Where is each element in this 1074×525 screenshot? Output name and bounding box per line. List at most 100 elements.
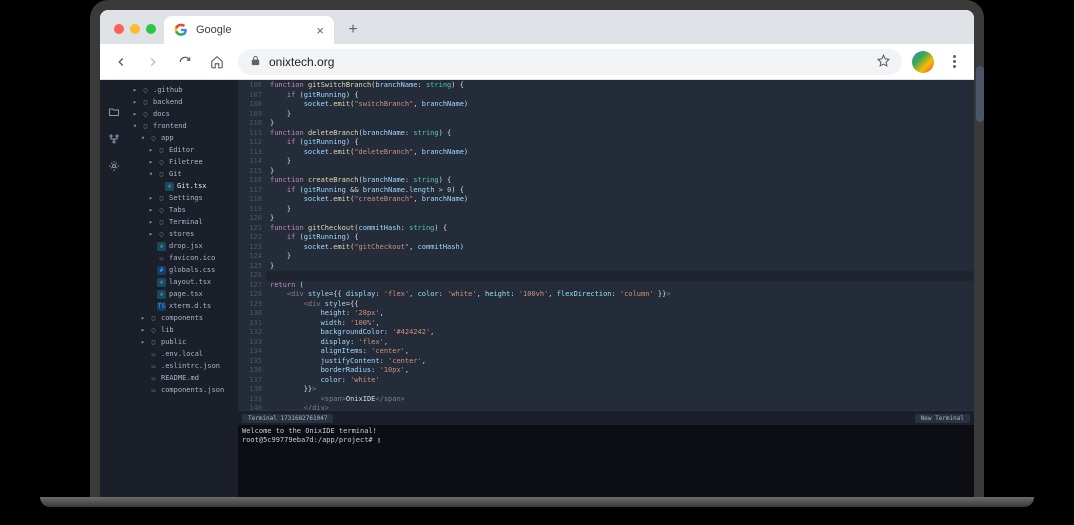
star-icon[interactable] bbox=[877, 54, 890, 70]
react-icon: ⚛ bbox=[157, 290, 166, 299]
forward-button[interactable] bbox=[142, 51, 164, 73]
file-tree-item[interactable]: ▭README.md bbox=[128, 372, 235, 384]
chevron-icon: ▸ bbox=[148, 218, 154, 226]
file-tree-label: .github bbox=[153, 86, 183, 94]
chevron-icon: ▸ bbox=[140, 314, 146, 322]
terminal-tab[interactable]: Terminal 1731682761047 bbox=[242, 414, 333, 423]
file-tree-item[interactable]: ▸▢Filetree bbox=[128, 156, 235, 168]
file-tree-item[interactable]: ▸▢backend bbox=[128, 96, 235, 108]
google-favicon-icon bbox=[174, 23, 188, 37]
file-tree-item[interactable]: ▸▢Editor bbox=[128, 144, 235, 156]
files-icon[interactable] bbox=[108, 106, 120, 121]
file-tree-label: frontend bbox=[153, 122, 187, 130]
terminal-output[interactable]: Welcome to the OnixIDE terminal! root@5c… bbox=[238, 425, 974, 498]
file-tree-label: layout.tsx bbox=[169, 278, 211, 286]
file-tree-item[interactable]: ▸▢lib bbox=[128, 324, 235, 336]
file-tree-item[interactable]: ▭.env.local bbox=[128, 348, 235, 360]
new-terminal-button[interactable]: New Terminal bbox=[915, 414, 970, 423]
folder-icon: ▢ bbox=[157, 170, 166, 179]
file-tree-label: README.md bbox=[161, 374, 199, 382]
code-editor[interactable]: 1061071081091101111121131141151161171181… bbox=[238, 80, 974, 410]
chevron-icon: ▾ bbox=[148, 170, 154, 178]
file-tree-item[interactable]: ⚛drop.jsx bbox=[128, 240, 235, 252]
profile-avatar[interactable] bbox=[912, 51, 934, 73]
git-icon[interactable] bbox=[108, 133, 120, 148]
file-tree-item[interactable]: ▸▢.github bbox=[128, 84, 235, 96]
minimize-window-icon[interactable] bbox=[130, 24, 140, 34]
file-tree-label: globals.css bbox=[169, 266, 215, 274]
browser-tab[interactable]: Google × bbox=[164, 16, 334, 44]
chevron-icon: ▸ bbox=[140, 326, 146, 334]
file-tree-item[interactable]: ⚛layout.tsx bbox=[128, 276, 235, 288]
file-tree-label: backend bbox=[153, 98, 183, 106]
file-tree-label: xterm.d.ts bbox=[169, 302, 211, 310]
file-tree-item[interactable]: ▸▢stores bbox=[128, 228, 235, 240]
file-icon: ▭ bbox=[149, 362, 158, 371]
react-icon: ⚛ bbox=[157, 278, 166, 287]
file-tree-item[interactable]: ▸▢Terminal bbox=[128, 216, 235, 228]
file-tree-item[interactable]: ⚛Git.tsx bbox=[128, 180, 235, 192]
file-tree-item[interactable]: ▸▢public bbox=[128, 336, 235, 348]
file-tree-item[interactable]: ▸▢Tabs bbox=[128, 204, 235, 216]
chevron-icon: ▸ bbox=[148, 206, 154, 214]
react-icon: ⚛ bbox=[165, 182, 174, 191]
terminal-panel: Terminal 1731682761047 New Terminal Welc… bbox=[238, 410, 974, 498]
file-tree-item[interactable]: ▭favicon.ico bbox=[128, 252, 235, 264]
file-tree-label: Tabs bbox=[169, 206, 186, 214]
file-tree-item[interactable]: TSxterm.d.ts bbox=[128, 300, 235, 312]
code-content[interactable]: function gitSwitchBranch(branchName: str… bbox=[266, 80, 974, 410]
close-window-icon[interactable] bbox=[114, 24, 124, 34]
file-explorer: ▸▢.github▸▢backend▸▢docs▾▢frontend▾▢app▸… bbox=[128, 80, 238, 498]
editor-area: 1061071081091101111121131141151161171181… bbox=[238, 80, 974, 498]
file-tree-item[interactable]: ▭.eslintrc.json bbox=[128, 360, 235, 372]
file-tree-item[interactable]: ⚛page.tsx bbox=[128, 288, 235, 300]
file-tree-item[interactable]: ▾▢Git bbox=[128, 168, 235, 180]
file-tree-label: docs bbox=[153, 110, 170, 118]
chevron-icon: ▸ bbox=[132, 110, 138, 118]
file-tree-item[interactable]: ▾▢app bbox=[128, 132, 235, 144]
close-tab-icon[interactable]: × bbox=[316, 23, 324, 38]
back-button[interactable] bbox=[110, 51, 132, 73]
file-tree-item[interactable]: ▸▢docs bbox=[128, 108, 235, 120]
folder-icon: ▢ bbox=[149, 134, 158, 143]
new-tab-button[interactable]: + bbox=[340, 17, 366, 43]
file-tree-item[interactable]: ▸▢components bbox=[128, 312, 235, 324]
file-tree-label: .eslintrc.json bbox=[161, 362, 220, 370]
chevron-icon: ▸ bbox=[132, 98, 138, 106]
css-icon: # bbox=[157, 266, 166, 275]
file-tree-label: public bbox=[161, 338, 186, 346]
ide-app: ▸▢.github▸▢backend▸▢docs▾▢frontend▾▢app▸… bbox=[100, 80, 974, 498]
home-button[interactable] bbox=[206, 51, 228, 73]
gutter: 1061071081091101111121131141151161171181… bbox=[238, 80, 266, 410]
file-tree-item[interactable]: #globals.css bbox=[128, 264, 235, 276]
file-tree-label: Git.tsx bbox=[177, 182, 207, 190]
activity-bar bbox=[100, 80, 128, 498]
react-icon: ⚛ bbox=[157, 242, 166, 251]
folder-icon: ▢ bbox=[157, 158, 166, 167]
laptop-base bbox=[40, 497, 1034, 507]
file-tree-item[interactable]: ▭components.json bbox=[128, 384, 235, 396]
maximize-window-icon[interactable] bbox=[146, 24, 156, 34]
file-icon: ▭ bbox=[157, 254, 166, 263]
file-tree-item[interactable]: ▾▢frontend bbox=[128, 120, 235, 132]
url-input[interactable]: onixtech.org bbox=[238, 49, 902, 75]
gear-icon[interactable] bbox=[108, 160, 120, 175]
folder-icon: ▢ bbox=[157, 206, 166, 215]
folder-icon: ▢ bbox=[141, 110, 150, 119]
browser-menu-button[interactable] bbox=[944, 55, 964, 68]
file-tree-label: Filetree bbox=[169, 158, 203, 166]
folder-icon: ▢ bbox=[149, 326, 158, 335]
file-tree-label: .env.local bbox=[161, 350, 203, 358]
file-tree-label: lib bbox=[161, 326, 174, 334]
window-controls bbox=[106, 24, 164, 44]
folder-icon: ▢ bbox=[141, 86, 150, 95]
file-tree-label: components bbox=[161, 314, 203, 322]
file-tree-item[interactable]: ▸▢Settings bbox=[128, 192, 235, 204]
file-icon: ▭ bbox=[149, 386, 158, 395]
file-icon: ▭ bbox=[149, 350, 158, 359]
file-tree-label: Settings bbox=[169, 194, 203, 202]
reload-button[interactable] bbox=[174, 51, 196, 73]
folder-icon: ▢ bbox=[157, 218, 166, 227]
address-bar: onixtech.org bbox=[100, 44, 974, 80]
file-tree-label: favicon.ico bbox=[169, 254, 215, 262]
